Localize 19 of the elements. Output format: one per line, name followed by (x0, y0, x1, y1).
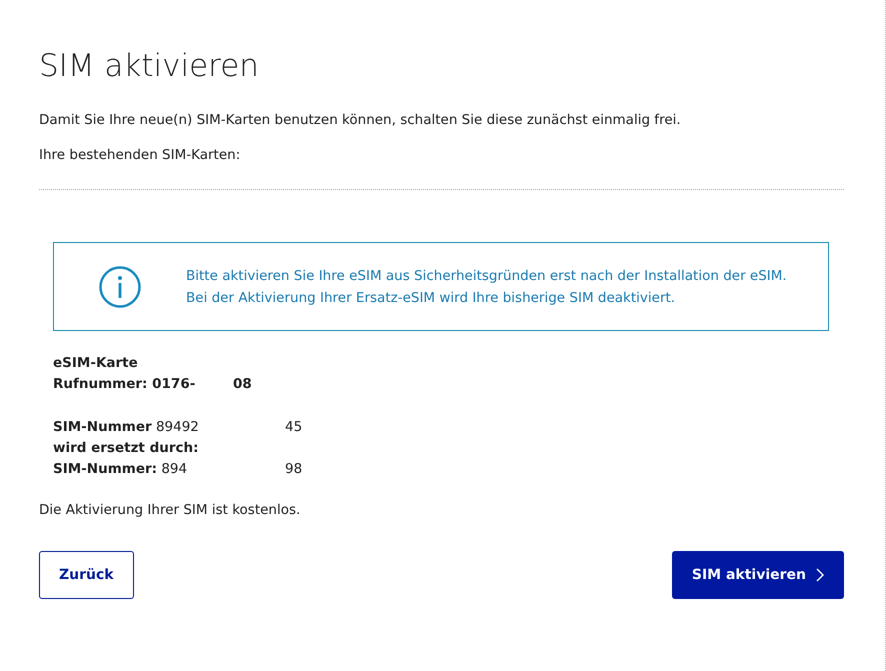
sim-number-label: SIM-Nummer (53, 419, 152, 435)
info-text: Bitte aktivieren Sie Ihre eSIM aus Sicherheitsgründen erst nach der Installation der eSIM. Bei der Aktivierung Ihrer Ersatz-eSIM wird Ihre bisherige SIM deaktiviert. (186, 266, 788, 308)
replaced-by-label: wird ersetzt durch: (53, 439, 200, 458)
new-sim-number-label: SIM-Nummer: (53, 461, 158, 477)
new-sim-number-start: 894 (161, 461, 188, 477)
existing-sims-label: Ihre bestehenden SIM-Karten: (39, 147, 242, 163)
page-title: SIM aktivieren (39, 48, 260, 84)
new-sim-number-end: 98 (285, 460, 302, 479)
card-type: eSIM-Karte (53, 354, 139, 373)
info-icon (98, 264, 142, 308)
phone-number-end: 08 (233, 375, 252, 394)
back-button[interactable]: Zurück (39, 551, 134, 599)
chevron-right-icon (816, 568, 824, 582)
sim-number-start: 89492 (156, 419, 199, 435)
sim-number-end: 45 (285, 418, 302, 437)
intro-text: Damit Sie Ihre neue(n) SIM-Karten benutzen können, schalten Sie diese zunächst einmalig frei. (39, 112, 682, 128)
cost-note: Die Aktivierung Ihrer SIM ist kostenlos. (39, 502, 302, 518)
phone-number-label: Rufnummer: 0176- (53, 375, 196, 394)
activate-button[interactable]: SIM aktivieren (672, 551, 844, 599)
